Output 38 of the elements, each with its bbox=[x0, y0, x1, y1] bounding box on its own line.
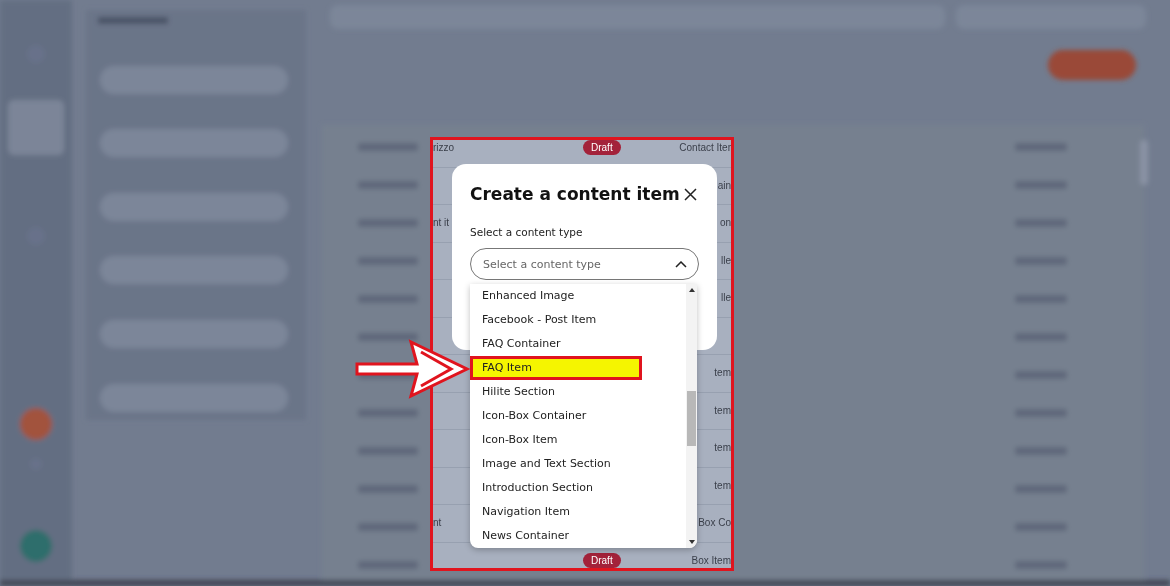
dropdown-option[interactable]: News Container bbox=[470, 524, 686, 548]
caret-icon bbox=[675, 261, 687, 268]
dropdown-option[interactable]: Enhanced Image bbox=[470, 284, 686, 308]
status-badge: Draft bbox=[583, 140, 621, 155]
table-cell: tem bbox=[714, 404, 731, 416]
close-icon[interactable] bbox=[684, 187, 697, 201]
table-cell: tem bbox=[714, 367, 731, 378]
table-cell: tem bbox=[714, 479, 731, 491]
scroll-down-icon[interactable] bbox=[688, 540, 695, 544]
table-cell: ain bbox=[717, 179, 731, 191]
table-cell: on bbox=[719, 217, 731, 228]
dialog-title: Create a content item bbox=[470, 184, 680, 204]
table-cell: rizzo bbox=[433, 142, 455, 153]
table-cell: lle bbox=[721, 292, 731, 303]
table-cell: lle bbox=[721, 254, 731, 266]
dropdown-option[interactable]: FAQ Item bbox=[470, 356, 642, 380]
blurred-heading bbox=[98, 17, 168, 24]
dropdown-option[interactable]: Facebook - Post Item bbox=[470, 308, 686, 332]
dropdown-option[interactable]: Hilite Section bbox=[470, 380, 686, 404]
status-badge: Draft bbox=[583, 552, 621, 568]
create-button[interactable] bbox=[1048, 50, 1136, 80]
field-label: Select a content type bbox=[470, 226, 584, 238]
table-cell: Box Co bbox=[698, 517, 731, 528]
table-cell: Contact Iter bbox=[679, 142, 731, 153]
scroll-up-icon[interactable] bbox=[688, 288, 695, 292]
dropdown-option[interactable]: Image and Text Section bbox=[470, 452, 686, 476]
dropdown-option[interactable]: Navigation Item bbox=[470, 500, 686, 524]
blurred-text bbox=[358, 333, 418, 341]
dropdown-option[interactable]: Icon-Box Item bbox=[470, 428, 686, 452]
table-cell: nt it bbox=[433, 217, 450, 228]
dropdown-option[interactable]: Icon-Box Container bbox=[470, 404, 686, 428]
table-cell: tem bbox=[714, 442, 731, 453]
table-cell: Box Item bbox=[691, 554, 731, 566]
dropdown-option[interactable]: Introduction Section bbox=[470, 476, 686, 500]
dropdown-option[interactable]: FAQ Container bbox=[470, 332, 686, 356]
content-type-select[interactable]: Select a content type bbox=[470, 248, 699, 280]
scrollbar-thumb[interactable] bbox=[687, 391, 696, 446]
table-cell: nt bbox=[433, 517, 442, 528]
